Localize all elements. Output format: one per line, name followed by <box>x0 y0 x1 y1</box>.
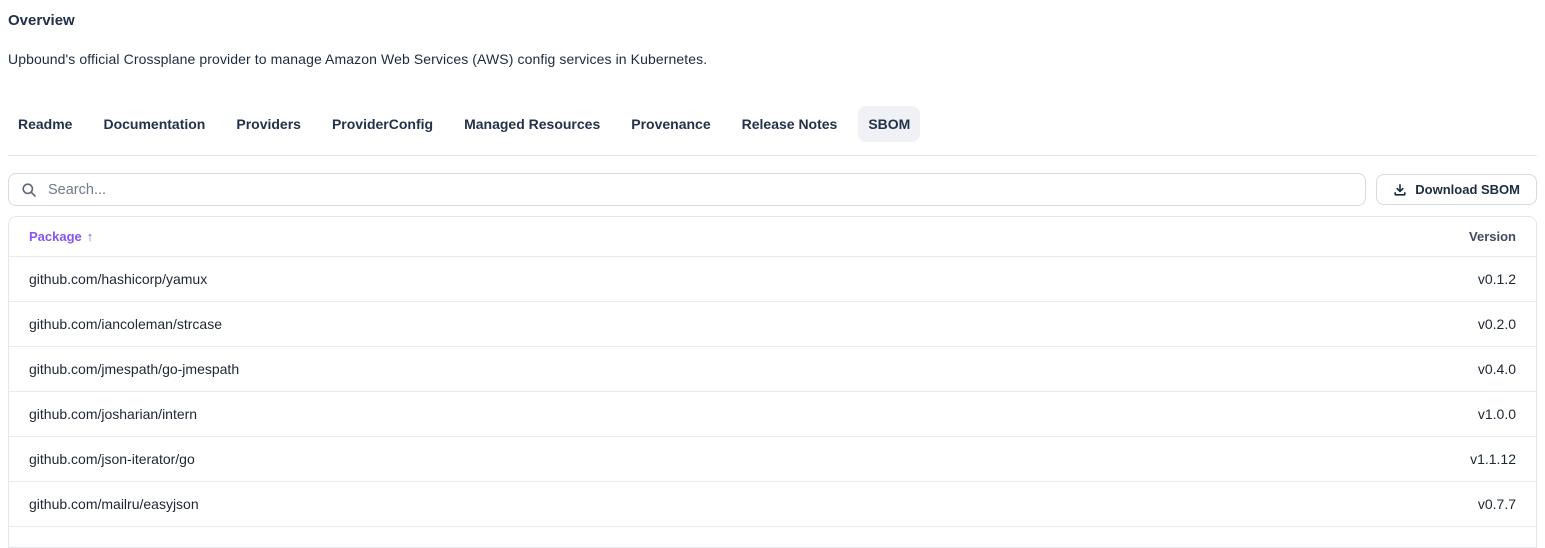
tab-sbom[interactable]: SBOM <box>858 106 920 142</box>
table-row[interactable]: github.com/mailru/easyjson v0.7.7 <box>9 482 1536 527</box>
tab-release-notes[interactable]: Release Notes <box>732 106 848 142</box>
search-icon <box>21 182 37 198</box>
tabs-divider <box>8 155 1537 156</box>
search-box[interactable] <box>8 173 1366 206</box>
package-cell: github.com/json-iterator/go <box>29 451 195 467</box>
provider-sbom-page: Overview Upbound's official Crossplane p… <box>0 12 1545 548</box>
page-description: Upbound's official Crossplane provider t… <box>8 51 1537 67</box>
tab-readme[interactable]: Readme <box>8 106 82 142</box>
version-cell: v1.1.12 <box>1470 451 1516 467</box>
package-cell: github.com/jmespath/go-jmespath <box>29 361 239 377</box>
version-cell: v0.7.7 <box>1478 496 1516 512</box>
version-cell: v1.0.0 <box>1478 406 1516 422</box>
column-header-package[interactable]: Package ↑ <box>29 229 93 244</box>
download-sbom-label: Download SBOM <box>1415 182 1520 197</box>
column-header-package-label: Package <box>29 229 82 244</box>
table-row[interactable]: github.com/json-iterator/go v1.1.12 <box>9 437 1536 482</box>
table-row-partial <box>9 527 1536 547</box>
sbom-table: Package ↑ Version github.com/hashicorp/y… <box>8 216 1537 548</box>
table-body: github.com/hashicorp/yamuxv0.1.2github.c… <box>9 257 1536 547</box>
version-cell: v0.4.0 <box>1478 361 1516 377</box>
table-row[interactable]: github.com/jmespath/go-jmespath v0.4.0 <box>9 347 1536 392</box>
page-title: Overview <box>8 12 1537 29</box>
search-input[interactable] <box>46 181 1353 199</box>
tab-bar: Readme Documentation Providers ProviderConf… <box>8 106 1537 142</box>
column-header-version[interactable]: Version <box>1469 229 1516 244</box>
version-cell: v0.2.0 <box>1478 316 1516 332</box>
download-sbom-button[interactable]: Download SBOM <box>1376 174 1537 205</box>
package-cell: github.com/mailru/easyjson <box>29 496 199 512</box>
tab-provenance[interactable]: Provenance <box>621 106 720 142</box>
sort-ascending-icon: ↑ <box>87 229 94 244</box>
table-row[interactable]: github.com/iancoleman/strcase v0.2.0 <box>9 302 1536 347</box>
table-row[interactable]: github.com/josharian/intern v1.0.0 <box>9 392 1536 437</box>
package-cell: github.com/iancoleman/strcase <box>29 316 222 332</box>
toolbar: Download SBOM <box>8 173 1537 206</box>
tab-providerconfig[interactable]: ProviderConfig <box>322 106 443 142</box>
tab-managed-resources[interactable]: Managed Resources <box>454 106 610 142</box>
tab-documentation[interactable]: Documentation <box>93 106 215 142</box>
download-icon <box>1393 183 1407 197</box>
table-row[interactable]: github.com/hashicorp/yamux v0.1.2 <box>9 257 1536 302</box>
version-cell: v0.1.2 <box>1478 271 1516 287</box>
package-cell: github.com/josharian/intern <box>29 406 197 422</box>
tab-providers[interactable]: Providers <box>226 106 311 142</box>
table-header-row: Package ↑ Version <box>9 217 1536 257</box>
package-cell: github.com/hashicorp/yamux <box>29 271 207 287</box>
